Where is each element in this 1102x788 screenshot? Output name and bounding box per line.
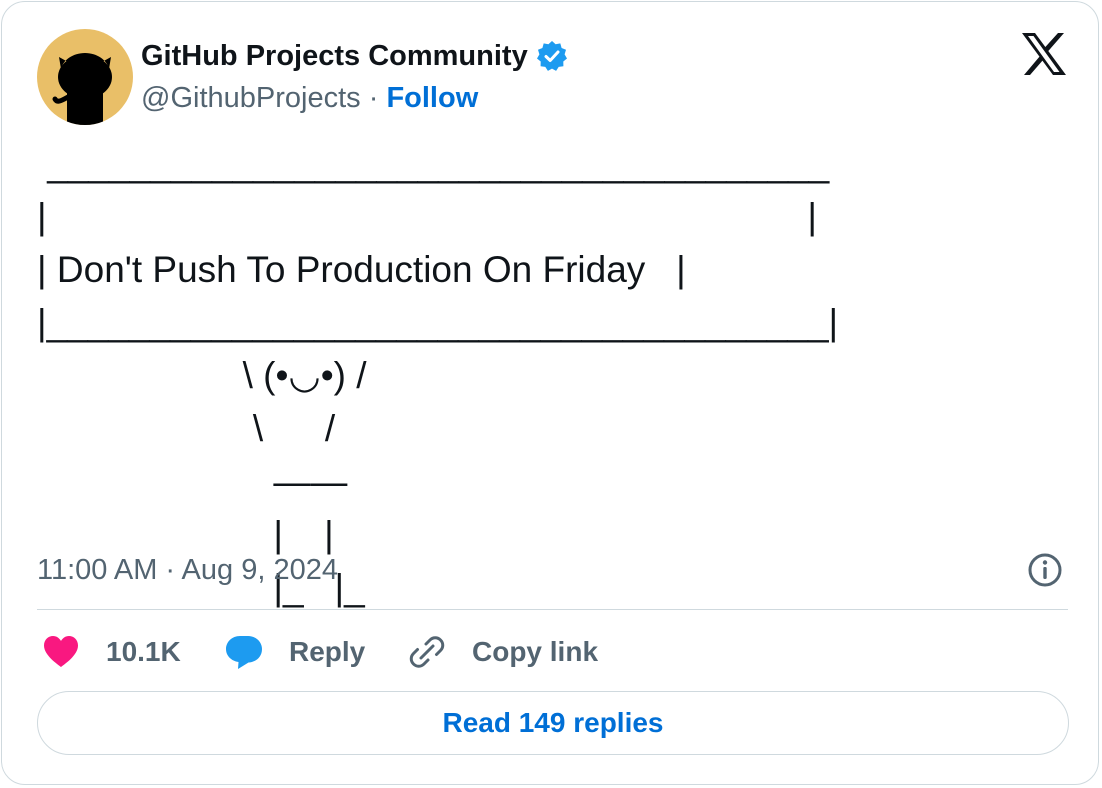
octocat-icon xyxy=(52,53,112,125)
timestamp[interactable]: 11:00 AM · Aug 9, 2024 xyxy=(37,552,338,588)
verified-badge-icon xyxy=(536,41,567,71)
info-icon[interactable] xyxy=(1027,552,1063,588)
like-count: 10.1K xyxy=(106,636,181,667)
avatar[interactable] xyxy=(37,29,133,125)
tweet-text: ______________________________________ |… xyxy=(37,143,839,608)
link-icon xyxy=(409,636,445,668)
author-name[interactable]: GitHub Projects Community xyxy=(141,38,568,74)
x-logo-icon[interactable] xyxy=(1021,33,1067,75)
copy-link-button[interactable]: Copy link xyxy=(408,630,598,674)
handle-separator: · xyxy=(368,82,379,114)
heart-icon xyxy=(44,636,78,667)
author-name-text: GitHub Projects Community xyxy=(141,40,528,72)
author-handle[interactable]: @GithubProjects xyxy=(141,82,361,114)
read-replies-label: Read 149 replies xyxy=(442,707,664,738)
tweet-card: GitHub Projects Community @GithubProject… xyxy=(1,1,1099,785)
copy-link-label: Copy link xyxy=(472,636,599,667)
divider xyxy=(37,609,1068,610)
read-replies-button[interactable]: Read 149 replies xyxy=(37,691,1069,755)
follow-link[interactable]: Follow xyxy=(386,82,478,114)
reply-button[interactable]: Reply xyxy=(225,630,365,674)
handle-line: @GithubProjects · Follow xyxy=(141,80,478,116)
reply-label: Reply xyxy=(289,636,366,667)
speech-bubble-icon xyxy=(226,636,262,669)
like-button[interactable]: 10.1K xyxy=(42,630,181,674)
